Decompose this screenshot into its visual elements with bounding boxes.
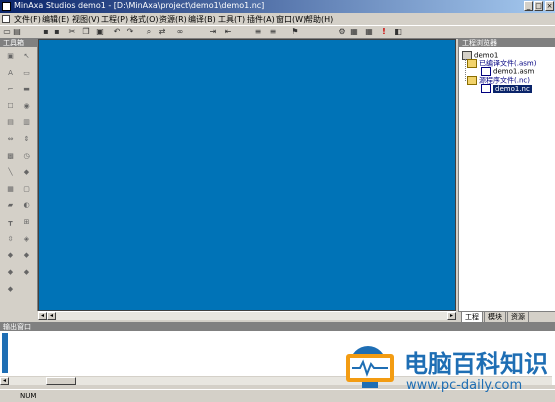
watermark: 电脑百科知识 www.pc-daily.com — [338, 340, 552, 400]
paste-icon[interactable]: ▣ — [96, 28, 104, 36]
scroll-right-button[interactable]: ▸ — [447, 312, 456, 320]
app-icon — [2, 2, 11, 11]
save-all-icon[interactable]: ▪ — [53, 28, 61, 36]
tree-item-asm-file[interactable]: demo1.asm — [481, 67, 534, 76]
menu-tools[interactable]: 工具(T) — [218, 14, 245, 25]
shape-icon[interactable]: ◆ — [22, 168, 31, 176]
menu-bar: 文件(F) 编辑(E) 视图(V) 工程(P) 格式(O) 资源(R) 编译(B… — [0, 13, 555, 25]
watermark-url: www.pc-daily.com — [406, 378, 523, 393]
calendar-icon[interactable]: ◆ — [22, 268, 31, 276]
menu-resource[interactable]: 资源(R) — [159, 14, 187, 25]
output-marker — [2, 333, 8, 373]
slider-icon[interactable]: ◐ — [22, 201, 31, 209]
stop-icon[interactable]: ! — [380, 28, 388, 36]
scroll-left-button[interactable]: ◂ — [38, 312, 47, 320]
output-scroll-thumb[interactable] — [46, 377, 76, 385]
binoculars-icon[interactable]: ∞ — [176, 28, 184, 36]
build-icon[interactable]: ▦ — [350, 28, 358, 36]
compile-icon[interactable]: ⚙ — [338, 28, 346, 36]
menu-build[interactable]: 编译(B) — [188, 14, 216, 25]
toolbox-title: 工具箱 — [0, 39, 37, 47]
menu-window[interactable]: 窗口(W) — [276, 14, 306, 25]
doc-icon — [2, 15, 10, 23]
copy-icon[interactable]: ❐ — [82, 28, 90, 36]
menu-help[interactable]: 帮助(H) — [305, 14, 333, 25]
window-title: MinAxa Studios demo1 - [D:\MinAxa\projec… — [14, 1, 265, 10]
textbox-icon[interactable]: ▭ — [22, 69, 31, 77]
project-explorer-title: 工程浏览器 — [459, 39, 555, 47]
bookmark-icon[interactable]: ⚑ — [291, 28, 299, 36]
status-icon[interactable]: ◈ — [22, 235, 31, 243]
debug-icon[interactable]: ◧ — [394, 28, 402, 36]
save-icon[interactable]: ▪ — [42, 28, 50, 36]
menu-edit[interactable]: 编辑(E) — [42, 14, 69, 25]
frame-icon[interactable]: ⌐ — [6, 85, 15, 93]
button-icon[interactable]: ▬ — [22, 85, 31, 93]
indent-icon[interactable]: ⇥ — [209, 28, 217, 36]
combobox-icon[interactable]: ▥ — [22, 118, 31, 126]
watermark-logo — [346, 346, 394, 388]
image-icon[interactable]: ▩ — [6, 152, 15, 160]
minimize-button[interactable]: _ — [524, 1, 533, 11]
title-bar: MinAxa Studios demo1 - [D:\MinAxa\projec… — [0, 0, 555, 13]
editor-area[interactable] — [38, 39, 456, 311]
num-indicator: NUM — [20, 392, 37, 400]
cut-icon[interactable]: ✂ — [68, 28, 76, 36]
menu-project[interactable]: 工程(P) — [101, 14, 128, 25]
project-explorer: 工程浏览器 demo1 已编译文件(.asm) demo1.asm 源程序文件(… — [458, 39, 555, 311]
folder-icon — [467, 59, 477, 68]
maximize-button[interactable]: □ — [534, 1, 543, 11]
folder-icon — [467, 76, 477, 85]
project-tabs: 工程 模块 资源 — [458, 311, 555, 323]
main-toolbar: ▭ ▤ ▪ ▪ ✂ ❐ ▣ ↶ ↷ ⌕ ⇄ ∞ ⇥ ⇤ ≡ ≡ ⚑ ⚙ ▦ ▦ … — [0, 25, 555, 39]
find-icon[interactable]: ⌕ — [145, 28, 153, 36]
redo-icon[interactable]: ↷ — [126, 28, 134, 36]
undo-icon[interactable]: ↶ — [113, 28, 121, 36]
spin-icon[interactable]: ⇳ — [6, 235, 15, 243]
panel-icon[interactable]: ▢ — [22, 185, 31, 193]
replace-icon[interactable]: ⇄ — [158, 28, 166, 36]
menu-file[interactable]: 文件(F) — [14, 14, 41, 25]
pointer-icon[interactable]: ↖ — [22, 52, 31, 60]
outdent-icon[interactable]: ⇤ — [224, 28, 232, 36]
line-icon[interactable]: ╲ — [6, 168, 15, 176]
menu-format[interactable]: 格式(O) — [130, 14, 159, 25]
ime-icon[interactable]: ◆ — [6, 268, 15, 276]
editor-hscrollbar[interactable]: ◂ ◂ ▸ — [38, 311, 456, 320]
new-icon[interactable]: ▭ — [3, 28, 11, 36]
output-title: 输出窗口 — [0, 323, 555, 331]
tree-item-nc-file[interactable]: demo1.nc — [481, 84, 532, 93]
watermark-title: 电脑百科知识 — [404, 350, 548, 378]
open-icon[interactable]: ▤ — [13, 28, 21, 36]
tree-line — [465, 59, 466, 81]
menu-plugins[interactable]: 插件(A) — [247, 14, 275, 25]
output-scroll-left-button[interactable]: ◂ — [0, 377, 9, 385]
hscrollbar-icon[interactable]: ⇔ — [6, 135, 15, 143]
control-icon[interactable]: ▣ — [6, 52, 15, 60]
run-icon[interactable]: ▦ — [365, 28, 373, 36]
uncomment-icon[interactable]: ≡ — [269, 28, 277, 36]
checkbox-icon[interactable]: ☐ — [6, 102, 15, 110]
tree-icon[interactable]: ┳ — [6, 218, 15, 226]
label-icon[interactable]: A — [6, 69, 15, 77]
timer-icon[interactable]: ◷ — [22, 152, 31, 160]
grid-icon[interactable]: ▦ — [6, 185, 15, 193]
comment-icon[interactable]: ≡ — [254, 28, 262, 36]
listbox-icon[interactable]: ▤ — [6, 118, 15, 126]
menu-control-icon[interactable]: ◆ — [6, 251, 15, 259]
scroll-left2-button[interactable]: ◂ — [47, 312, 56, 320]
tab-icon[interactable]: ⊞ — [22, 218, 31, 226]
toolbar-control-icon[interactable]: ◆ — [22, 251, 31, 259]
file-icon — [481, 67, 491, 76]
close-button[interactable]: × — [545, 1, 554, 11]
radio-icon[interactable]: ◉ — [22, 102, 31, 110]
menu-view[interactable]: 视图(V) — [72, 14, 100, 25]
vscrollbar-icon[interactable]: ⇕ — [22, 135, 31, 143]
progress-icon[interactable]: ▰ — [6, 201, 15, 209]
extra-control-icon[interactable]: ◆ — [6, 285, 15, 293]
toolbox-panel: 工具箱 ▣ ↖ A ▭ ⌐ ▬ ☐ ◉ ▤ ▥ ⇔ ⇕ ▩ ◷ ╲ ◆ ▦ ▢ … — [0, 39, 38, 311]
file-icon — [481, 84, 491, 93]
